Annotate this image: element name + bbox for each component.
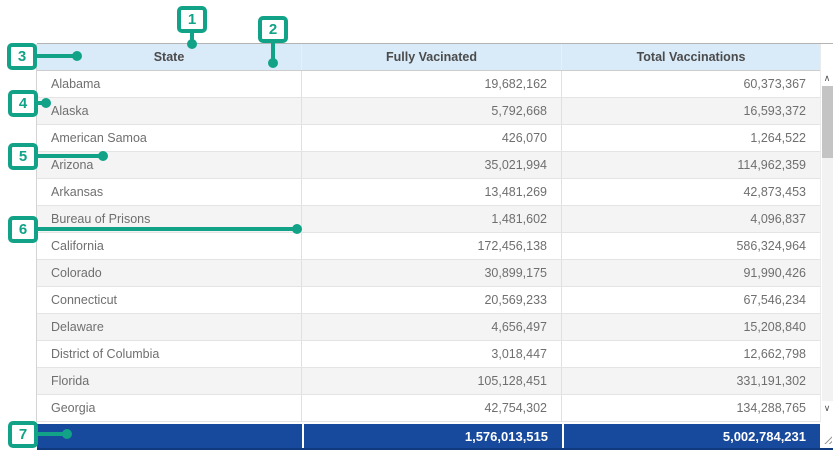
cell-fully-vaccinated: 19,682,162 [302, 71, 562, 97]
cell-fully-vaccinated: 1,481,602 [302, 206, 562, 232]
cell-total-vaccinations: 1,264,522 [562, 125, 820, 151]
summary-cell-total-vaccinations: 5,002,784,231 [564, 424, 820, 448]
cell-total-vaccinations: 42,873,453 [562, 179, 820, 205]
scroll-down-icon[interactable]: ∨ [821, 401, 833, 415]
callout-5-line [36, 154, 106, 158]
table-row[interactable]: Alaska 5,792,668 16,593,372 [37, 98, 820, 125]
cell-state: Arkansas [37, 179, 302, 205]
cell-total-vaccinations: 15,208,840 [562, 314, 820, 340]
cell-total-vaccinations: 91,990,426 [562, 260, 820, 286]
cell-total-vaccinations: 4,096,837 [562, 206, 820, 232]
cell-total-vaccinations: 331,191,302 [562, 368, 820, 394]
cell-state: American Samoa [37, 125, 302, 151]
cell-total-vaccinations: 16,593,372 [562, 98, 820, 124]
cell-state: District of Columbia [37, 341, 302, 367]
table-row[interactable]: Delaware 4,656,497 15,208,840 [37, 314, 820, 341]
summary-statistics-row: 1,576,013,515 5,002,784,231 [37, 424, 820, 448]
table-row[interactable]: Colorado 30,899,175 91,990,426 [37, 260, 820, 287]
cell-fully-vaccinated: 42,754,302 [302, 395, 562, 421]
callout-3-dot [72, 51, 82, 61]
callout-6-dot [292, 224, 302, 234]
scrollbar-thumb[interactable] [822, 86, 833, 158]
table-row[interactable]: District of Columbia 3,018,447 12,662,79… [37, 341, 820, 368]
callout-3: 3 [7, 43, 37, 70]
cell-state: Georgia [37, 395, 302, 421]
cell-state: California [37, 233, 302, 259]
table-row[interactable]: Connecticut 20,569,233 67,546,234 [37, 287, 820, 314]
attribute-table: State Fully Vacinated Total Vaccinations… [37, 44, 820, 422]
cell-state: Alaska [37, 98, 302, 124]
cell-fully-vaccinated: 3,018,447 [302, 341, 562, 367]
callout-6: 6 [8, 216, 38, 243]
cell-state: Colorado [37, 260, 302, 286]
callout-5-dot [98, 151, 108, 161]
cell-total-vaccinations: 12,662,798 [562, 341, 820, 367]
callout-6-line [35, 227, 300, 231]
cell-fully-vaccinated: 426,070 [302, 125, 562, 151]
callout-7-dot [62, 429, 72, 439]
cell-total-vaccinations: 67,546,234 [562, 287, 820, 313]
cell-total-vaccinations: 134,288,765 [562, 395, 820, 421]
callout-4-dot [41, 98, 51, 108]
table-widget-screenshot: State Fully Vacinated Total Vaccinations… [0, 0, 833, 453]
cell-fully-vaccinated: 13,481,269 [302, 179, 562, 205]
cell-fully-vaccinated: 35,021,994 [302, 152, 562, 178]
cell-state: Connecticut [37, 287, 302, 313]
scrollbar-track[interactable] [822, 86, 833, 401]
summary-bottom-border [37, 448, 833, 450]
table-row[interactable]: California 172,456,138 586,324,964 [37, 233, 820, 260]
table-row[interactable]: Arizona 35,021,994 114,962,359 [37, 152, 820, 179]
cell-fully-vaccinated: 4,656,497 [302, 314, 562, 340]
table-row[interactable]: Georgia 42,754,302 134,288,765 [37, 395, 820, 422]
cell-state: Florida [37, 368, 302, 394]
cell-fully-vaccinated: 30,899,175 [302, 260, 562, 286]
cell-fully-vaccinated: 5,792,668 [302, 98, 562, 124]
cell-fully-vaccinated: 20,569,233 [302, 287, 562, 313]
table-row[interactable]: Florida 105,128,451 331,191,302 [37, 368, 820, 395]
table-row[interactable]: Arkansas 13,481,269 42,873,453 [37, 179, 820, 206]
summary-cell-fully-vaccinated: 1,576,013,515 [304, 424, 562, 448]
column-header-fully-vaccinated[interactable]: Fully Vacinated [302, 44, 562, 70]
callout-2-dot [268, 58, 278, 68]
callout-4: 4 [8, 90, 38, 117]
callout-2: 2 [258, 16, 288, 43]
callout-7: 7 [8, 421, 38, 448]
cell-total-vaccinations: 586,324,964 [562, 233, 820, 259]
cell-state: Alabama [37, 71, 302, 97]
callout-1-dot [187, 39, 197, 49]
table-header-row: State Fully Vacinated Total Vaccinations [37, 44, 820, 71]
cell-total-vaccinations: 60,373,367 [562, 71, 820, 97]
table-row[interactable]: Alabama 19,682,162 60,373,367 [37, 71, 820, 98]
cell-total-vaccinations: 114,962,359 [562, 152, 820, 178]
cell-state: Delaware [37, 314, 302, 340]
cell-fully-vaccinated: 105,128,451 [302, 368, 562, 394]
vertical-scrollbar[interactable]: ∧ ∨ [820, 44, 833, 422]
table-row[interactable]: American Samoa 426,070 1,264,522 [37, 125, 820, 152]
cell-fully-vaccinated: 172,456,138 [302, 233, 562, 259]
callout-5: 5 [8, 143, 38, 170]
scroll-up-icon[interactable]: ∧ [821, 71, 833, 85]
table-body: Alabama 19,682,162 60,373,367 Alaska 5,7… [37, 71, 820, 422]
resize-grip-icon [824, 436, 832, 444]
callout-1: 1 [177, 6, 207, 33]
column-header-total-vaccinations[interactable]: Total Vaccinations [562, 44, 820, 70]
summary-cell-state [37, 424, 302, 448]
